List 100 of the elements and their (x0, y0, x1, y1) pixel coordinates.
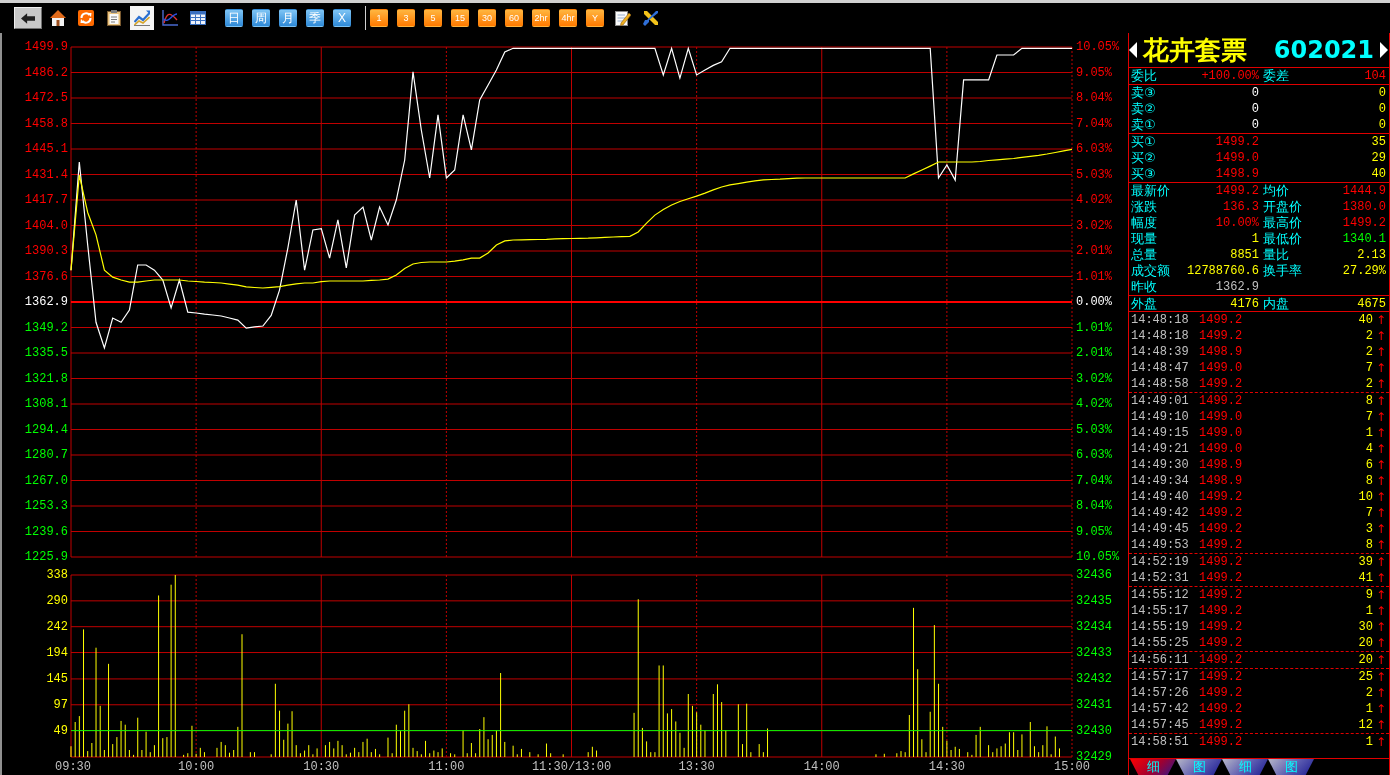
period-button[interactable]: X (333, 9, 351, 27)
interval-button[interactable]: 60 (505, 9, 523, 27)
trade-volume: 1 (1365, 734, 1373, 750)
trade-time: 14:49:21 (1131, 441, 1190, 457)
interval-button[interactable]: 4hr (559, 9, 577, 27)
price-axis-label: 1253.3 (24, 499, 68, 513)
notepad-pencil-icon (615, 10, 631, 26)
time-axis-label: 15:00 (1054, 760, 1090, 774)
percent-axis-label: 2.01% (1076, 244, 1112, 258)
quote-value: 1340.1 (1342, 231, 1386, 247)
percent-axis-label: 10.05% (1076, 550, 1120, 564)
time-axis-label: 14:30 (928, 760, 965, 774)
trade-volume: 1 (1365, 603, 1373, 619)
trade-time: 14:55:19 (1131, 619, 1190, 635)
interval-button[interactable]: 30 (478, 9, 496, 27)
trade-arrow: ↑ (1374, 393, 1388, 409)
quote-value: 1499.2 (1215, 183, 1259, 199)
trade-price: 1499.2 (1199, 393, 1243, 409)
trade-arrow: ↑ (1374, 328, 1388, 344)
price-axis-label: 1280.7 (24, 448, 68, 462)
panel-tab[interactable]: 细 (1222, 759, 1268, 775)
trade-price: 1499.2 (1199, 554, 1243, 570)
trade-volume: 6 (1365, 457, 1373, 473)
percent-axis-label: 7.04% (1076, 473, 1112, 488)
price-axis-label: 1267.0 (24, 473, 68, 488)
panel-tab[interactable]: 细 (1130, 759, 1176, 775)
quote-label: 幅度 (1131, 215, 1157, 231)
price-axis-label: 1404.0 (24, 218, 68, 233)
trade-volume: 1 (1365, 701, 1373, 717)
back-button[interactable] (14, 7, 42, 29)
panel-tab[interactable]: 图 (1268, 759, 1314, 775)
quote-value: 40 (1371, 166, 1386, 182)
trade-price: 1498.9 (1199, 473, 1243, 489)
period-button[interactable]: 周 (252, 9, 270, 27)
volume-axis-label: 145 (46, 671, 68, 686)
trade-volume: 25 (1358, 669, 1373, 685)
interval-button[interactable]: 2hr (532, 9, 550, 27)
right-triangle-icon[interactable] (1380, 42, 1388, 58)
quote-value: 1362.9 (1215, 279, 1259, 295)
trade-price: 1499.0 (1199, 425, 1243, 441)
quote-value: 29 (1371, 150, 1386, 166)
quote-label: 昨收 (1131, 279, 1157, 295)
trade-arrow: ↑ (1374, 473, 1388, 489)
percent-axis-label: 8.04% (1076, 499, 1112, 513)
price-axis-label: 1499.9 (24, 40, 68, 54)
interval-button[interactable]: 5 (424, 9, 442, 27)
volume-axis-label: 194 (46, 645, 68, 660)
trade-volume: 2 (1365, 328, 1373, 344)
trade-arrow: ↑ (1374, 344, 1388, 360)
trade-time: 14:48:47 (1131, 360, 1190, 376)
interval-button[interactable]: Y (586, 9, 604, 27)
right-axis-label: 32434 (1076, 620, 1112, 634)
trade-time: 14:57:45 (1131, 717, 1190, 733)
trade-time: 14:49:53 (1131, 537, 1190, 553)
interval-button[interactable]: 15 (451, 9, 469, 27)
price-axis-label: 1445.1 (24, 142, 68, 156)
quote-label: 量比 (1263, 247, 1289, 263)
trade-volume: 2 (1365, 376, 1373, 392)
period-button[interactable]: 日 (225, 9, 243, 27)
trade-volume: 8 (1365, 537, 1373, 553)
quote-value: 0 (1378, 85, 1386, 101)
volume-axis-label: 49 (53, 723, 68, 738)
trade-arrow: ↑ (1374, 425, 1388, 441)
interval-button[interactable]: 1 (370, 9, 388, 27)
trade-volume: 20 (1358, 652, 1373, 668)
quote-label: 买① (1131, 134, 1156, 150)
right-axis-label: 32436 (1076, 568, 1112, 582)
quote-value: 136.3 (1223, 199, 1259, 215)
trade-volume: 3 (1365, 521, 1373, 537)
trade-time: 14:49:45 (1131, 521, 1190, 537)
trade-time: 14:52:19 (1131, 554, 1190, 570)
trade-time: 14:49:15 (1131, 425, 1190, 441)
quote-label: 总量 (1131, 247, 1157, 263)
left-triangle-icon[interactable] (1129, 42, 1137, 58)
chart-button[interactable] (130, 6, 154, 30)
trade-price: 1498.9 (1199, 344, 1243, 360)
time-axis-label: 14:00 (803, 760, 840, 774)
time-axis-label: 11:30/13:00 (531, 760, 612, 774)
percent-axis-label: 2.01% (1076, 346, 1112, 360)
trade-arrow: ↑ (1374, 505, 1388, 521)
trade-time: 14:49:40 (1131, 489, 1190, 505)
percent-axis-label: 3.02% (1076, 371, 1112, 386)
quote-value: 1499.0 (1215, 150, 1259, 166)
period-button[interactable]: 季 (306, 9, 324, 27)
quote-value: 8851 (1230, 247, 1259, 263)
trend-chart-icon (134, 10, 150, 26)
panel-tab[interactable]: 图 (1176, 759, 1222, 775)
line-chart-icon (162, 10, 178, 26)
quote-value: 1 (1251, 231, 1259, 247)
quote-value: 35 (1371, 134, 1386, 150)
trade-arrow: ↑ (1374, 457, 1388, 473)
trade-price: 1499.0 (1199, 441, 1243, 457)
period-button[interactable]: 月 (279, 9, 297, 27)
quote-value: 0 (1378, 117, 1386, 133)
trade-price: 1499.2 (1199, 669, 1243, 685)
trade-arrow: ↑ (1374, 669, 1388, 685)
trade-volume: 7 (1365, 505, 1373, 521)
trade-time: 14:49:01 (1131, 393, 1190, 409)
interval-button[interactable]: 3 (397, 9, 415, 27)
trade-price: 1499.2 (1199, 505, 1243, 521)
